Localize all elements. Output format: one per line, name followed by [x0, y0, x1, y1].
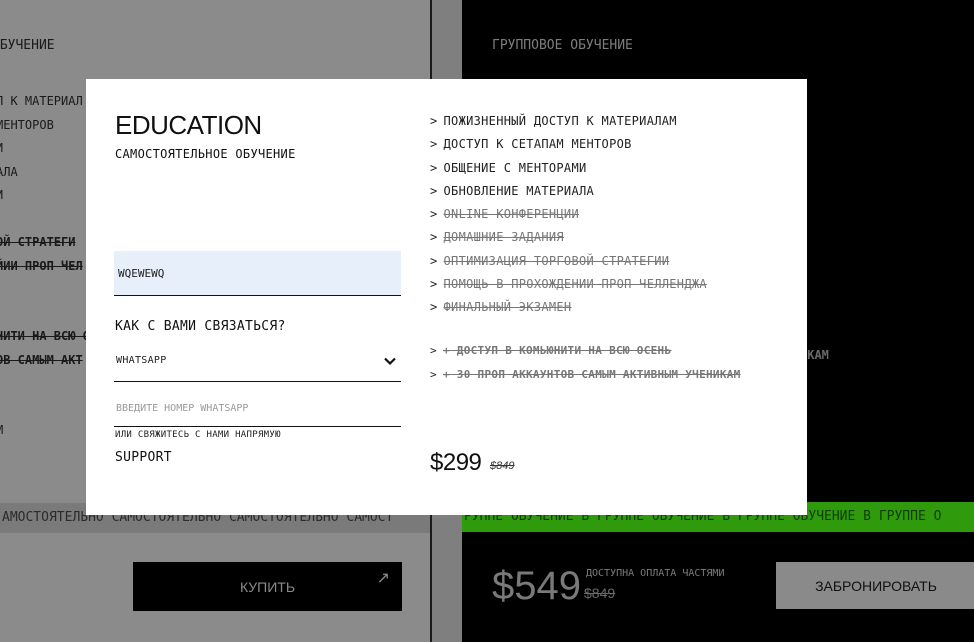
buy-button-label: КУПИТЬ	[239, 578, 296, 595]
solo-plan-feature: П К МАТЕРИАЛ	[0, 94, 83, 108]
solo-plan-feature	[0, 306, 90, 330]
group-plan-price: $549	[492, 564, 581, 608]
solo-plan-feature: НИТИ НА ВСЮ О	[0, 329, 90, 343]
education-modal: EDUCATION САМОСТОЯТЕЛЬНОЕ ОБУЧЕНИЕ КАК С…	[86, 79, 807, 515]
support-link[interactable]: SUPPORT	[115, 450, 172, 465]
chevron-right-icon: >	[430, 207, 438, 222]
feature-item: > ОБНОВЛЕНИЕ МАТЕРИАЛА	[430, 184, 707, 207]
modal-title: EDUCATION	[115, 110, 262, 140]
solo-plan-feature: И	[0, 141, 90, 165]
phone-input[interactable]	[114, 391, 401, 427]
feature-label: ONLINE КОНФЕРЕНЦИИ	[443, 207, 579, 222]
chevron-right-icon: >	[430, 114, 438, 128]
solo-plan-feature: М	[0, 423, 90, 447]
group-plan-old-price: $849	[584, 585, 616, 601]
messenger-select-value: WHATSAPP	[116, 355, 167, 366]
arrow-up-right-icon: ↗	[376, 570, 390, 587]
chevron-right-icon: >	[430, 160, 438, 175]
solo-plan-feature: ОЙ СТРАТЕГИ	[0, 235, 76, 249]
feature-label: ОБЩЕНИЕ С МЕНТОРАМИ	[443, 160, 587, 175]
feature-label: ДОМАШНИЕ ЗАДАНИЯ	[443, 230, 564, 245]
chevron-right-icon: >	[430, 344, 437, 357]
chevron-right-icon: >	[430, 368, 437, 381]
chevron-right-icon: >	[430, 137, 438, 152]
chevron-right-icon: >	[430, 230, 438, 245]
solo-plan-feature: МЕНТОРОВ	[0, 117, 54, 132]
chevron-down-icon	[384, 357, 396, 366]
modal-subtitle: САМОСТОЯТЕЛЬНОЕ ОБУЧЕНИЕ	[115, 147, 296, 161]
feature-item: > ПОЖИЗНЕННЫЙ ДОСТУП К МАТЕРИАЛАМ	[430, 114, 707, 137]
feature-label: ПОЖИЗНЕННЫЙ ДОСТУП К МАТЕРИАЛАМ	[443, 114, 677, 128]
reserve-button[interactable]: ЗАБРОНИРОВАТЬ	[776, 562, 974, 609]
feature-label: ОБНОВЛЕНИЕ МАТЕРИАЛА	[443, 183, 595, 198]
name-input[interactable]	[114, 251, 401, 296]
chevron-right-icon: >	[430, 183, 438, 198]
solo-plan-feature: ЙИИ ПРОП ЧЕЛ	[0, 258, 83, 273]
feature-item: > ДОМАШНИЕ ЗАДАНИЯ	[430, 230, 707, 253]
bonus-label: + 30 ПРОП АККАУНТОВ САМЫМ АКТИВНЫМ УЧЕНИ…	[442, 368, 741, 381]
feature-label: ФИНАЛЬНЫЙ ЭКЗАМЕН	[443, 300, 572, 315]
installments-note: ДОСТУПНА ОПЛАТА ЧАСТЯМИ	[586, 568, 725, 579]
feature-list: > ПОЖИЗНЕННЫЙ ДОСТУП К МАТЕРИАЛАМ > ДОСТУП …	[430, 114, 707, 324]
solo-plan-feature	[0, 376, 90, 400]
solo-plan-feature: АЛА	[0, 164, 18, 179]
bonus-list: > + ДОСТУП В КОМЬЮНИТИ НА ВСЮ ОСЕНЬ > + 30 …	[430, 344, 741, 392]
solo-plan-feature	[0, 282, 90, 306]
feature-item: > ОБЩЕНИЕ С МЕНТОРАМИ	[430, 161, 707, 184]
contact-method-label: КАК С ВАМИ СВЯЗАТЬСЯ?	[115, 319, 286, 334]
solo-plan-feature: ОВ САМЫМ АКТ	[0, 352, 83, 367]
chevron-right-icon: >	[430, 277, 438, 292]
messenger-select[interactable]: WHATSAPP	[114, 345, 401, 382]
solo-plan-features: П К МАТЕРИАЛМЕНТОРОВИАЛАИОЙ СТРАТЕГИЙИИ …	[0, 94, 90, 447]
direct-contact-label: ИЛИ СВЯЖИТЕСЬ С НАМИ НАПРЯМУЮ	[115, 430, 281, 440]
feature-item: > ONLINE КОНФЕРЕНЦИИ	[430, 207, 707, 230]
bonus-item: > + ДОСТУП В КОМЬЮНИТИ НА ВСЮ ОСЕНЬ	[430, 344, 741, 368]
group-plan-heading: ГРУППОВОЕ ОБУЧЕНИЕ	[492, 38, 633, 53]
feature-label: ОПТИМИЗАЦИЯ ТОРГОВОЙ СТРАТЕГИИ	[443, 253, 670, 268]
feature-label: ПОМОЩЬ В ПРОХОЖДЕНИИ ПРОП ЧЕЛЛЕНДЖА	[443, 277, 707, 292]
solo-plan-heading: ОБУЧЕНИЕ	[0, 38, 55, 53]
chevron-right-icon: >	[430, 300, 438, 315]
bonus-item: > + 30 ПРОП АККАУНТОВ САМЫМ АКТИВНЫМ УЧЕН…	[430, 368, 741, 392]
buy-button[interactable]: КУПИТЬ ↗	[133, 562, 402, 611]
feature-item: > ПОМОЩЬ В ПРОХОЖДЕНИИ ПРОП ЧЕЛЛЕНДЖА	[430, 277, 707, 300]
feature-label: ДОСТУП К СЕТАПАМ МЕНТОРОВ	[443, 137, 632, 152]
bonus-label: + ДОСТУП В КОМЬЮНИТИ НА ВСЮ ОСЕНЬ	[442, 344, 672, 357]
feature-item: > ОПТИМИЗАЦИЯ ТОРГОВОЙ СТРАТЕГИИ	[430, 254, 707, 277]
price: $299	[430, 449, 482, 476]
chevron-right-icon: >	[430, 253, 438, 268]
old-price: $849	[490, 460, 515, 472]
solo-plan-feature	[0, 212, 90, 236]
feature-item: > ДОСТУП К СЕТАПАМ МЕНТОРОВ	[430, 137, 707, 160]
solo-plan-feature	[0, 400, 90, 424]
feature-item: > ФИНАЛЬНЫЙ ЭКЗАМЕН	[430, 300, 707, 323]
solo-plan-feature: И	[0, 188, 90, 212]
